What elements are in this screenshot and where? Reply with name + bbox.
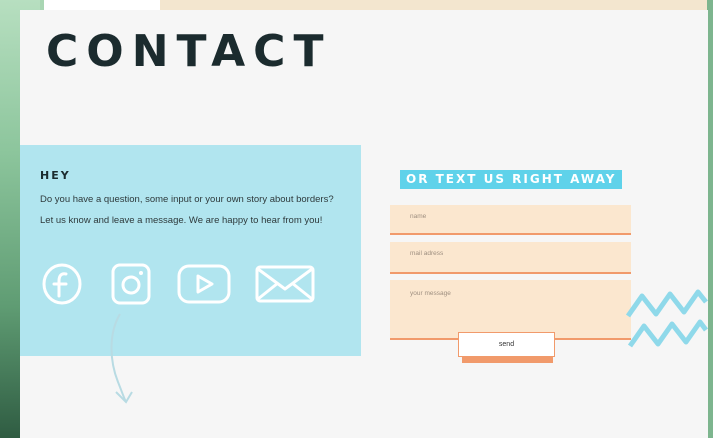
background-strip: [44, 0, 160, 10]
intro-heading: HEY: [40, 169, 71, 182]
page-title: CONTACT: [46, 26, 332, 77]
form-heading: OR TEXT US RIGHT AWAY: [400, 170, 623, 189]
youtube-icon[interactable]: [176, 261, 232, 307]
message-field[interactable]: your message: [390, 280, 631, 340]
send-button[interactable]: send: [458, 332, 555, 357]
email-field[interactable]: mail adress: [390, 242, 631, 274]
zigzag-decoration-icon: [626, 289, 708, 348]
intro-text: Do you have a question, some input or yo…: [40, 189, 358, 231]
facebook-icon[interactable]: [40, 261, 84, 307]
intro-line: Let us know and leave a message. We are …: [40, 215, 323, 226]
name-field[interactable]: name: [390, 205, 631, 235]
intro-panel: HEY Do you have a question, some input o…: [20, 145, 361, 356]
instagram-icon[interactable]: [108, 261, 154, 307]
name-placeholder: name: [410, 213, 427, 220]
mail-icon[interactable]: [254, 261, 316, 307]
background-strip: [160, 0, 713, 10]
message-placeholder: your message: [410, 290, 451, 297]
contact-card: CONTACT HEY Do you have a question, some…: [20, 10, 708, 438]
email-placeholder: mail adress: [410, 250, 444, 257]
intro-line: Do you have a question, some input or yo…: [40, 194, 334, 205]
arrow-doodle-icon: [110, 313, 133, 404]
